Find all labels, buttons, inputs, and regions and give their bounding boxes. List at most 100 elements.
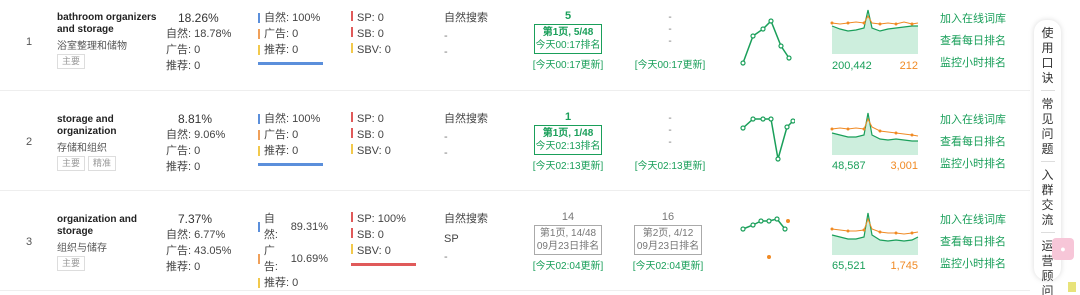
keyword-cell: storage and organization 存储和组织 主要 精准 — [57, 114, 162, 171]
ad-rank-update-time: [今天02:04更新] — [632, 261, 704, 272]
share-ad: 0 — [194, 44, 201, 56]
row-index: 2 — [26, 136, 33, 148]
progress-segment — [351, 263, 416, 266]
share-ad: 43.05% — [194, 245, 232, 257]
rank-number: 1 — [564, 111, 572, 123]
ad-type-breakdown: SP: 0 SB: 0 SBV: 0 — [351, 111, 421, 159]
keyword-cell: organization and storage 组织与储存 主要 — [57, 214, 162, 271]
type-recommend: 0 — [292, 277, 299, 289]
rank-trend-sparkline — [740, 18, 792, 66]
share-natural: 18.78% — [194, 28, 232, 40]
ad-sb: 0 — [377, 229, 384, 241]
volume-values: 200,442 212 — [832, 60, 918, 72]
ad-sp: 0 — [377, 12, 384, 24]
rank-update-time: [今天00:17更新] — [532, 60, 604, 71]
share-recommend: 0 — [194, 161, 201, 173]
share-total: 7.37% — [178, 212, 213, 226]
search-volume-chart — [830, 9, 919, 54]
row-actions: 加入在线词库 查看每日排名 监控小时排名 — [940, 209, 1006, 275]
type-natural: 89.31% — [290, 221, 328, 233]
hourly-rank-link[interactable]: 监控小时排名 — [940, 253, 1006, 275]
rank-number: 5 — [564, 10, 572, 22]
ad-rank-update-time: [今天02:13更新] — [634, 161, 706, 172]
ad-rank-cell: - - - [今天02:13更新] — [632, 113, 708, 172]
natural-search-cell: 自然搜索 - - — [444, 10, 514, 58]
search-volume-chart — [830, 212, 919, 255]
add-lexicon-link[interactable]: 加入在线词库 — [940, 209, 1006, 231]
keyword-cn: 存储和组织 — [57, 143, 107, 154]
natural-search-label: 自然搜索 — [444, 12, 488, 24]
keyword-cell: bathroom organizers and storage 浴室整理和储物 … — [57, 12, 162, 69]
tag-main: 主要 — [57, 54, 86, 69]
type-recommend: 0 — [292, 44, 299, 56]
ad-sbv: 0 — [384, 145, 391, 157]
traffic-share: 18.26% 自然: 18.78% 广告: 0 推荐: 0 — [166, 10, 256, 74]
rank-number: 14 — [561, 211, 575, 223]
progress-segment — [258, 62, 323, 65]
ad-type-breakdown: SP: 100% SB: 0 SBV: 0 — [351, 211, 421, 266]
natural-search-label: 自然搜索 — [444, 213, 488, 225]
ad-sbv: 0 — [384, 245, 391, 257]
row-actions: 加入在线词库 查看每日排名 监控小时排名 — [940, 109, 1006, 175]
chat-icon[interactable]: ● — [1052, 238, 1074, 260]
type-progress-bar — [258, 163, 323, 166]
tag-exact: 精准 — [88, 156, 117, 171]
volume-values: 48,587 3,001 — [832, 160, 918, 172]
ad-rank-update-time: [今天00:17更新] — [634, 60, 706, 71]
type-ad: 0 — [292, 129, 299, 141]
natural-rank-cell: 14 第1页, 14/48 09月23日排名 [今天02:04更新] — [532, 211, 604, 272]
keyword-cn: 浴室整理和储物 — [57, 41, 127, 52]
table-row: 2 storage and organization 存储和组织 主要 精准 8… — [0, 91, 1030, 191]
share-natural: 9.06% — [194, 129, 226, 141]
hourly-rank-link[interactable]: 监控小时排名 — [940, 52, 1006, 74]
add-lexicon-link[interactable]: 加入在线词库 — [940, 109, 1006, 131]
keyword-en[interactable]: storage and organization — [57, 114, 162, 138]
ad-rank-box[interactable]: 第2页, 4/12 09月23日排名 — [634, 225, 702, 255]
share-ad: 0 — [194, 145, 201, 157]
rank-box[interactable]: 第1页, 1/48 今天02:13排名 — [534, 125, 602, 155]
sidebar-item-faq[interactable]: 常见问题 — [1034, 97, 1061, 157]
volume-values: 65,521 1,745 — [832, 260, 918, 272]
corner-widget-icon[interactable] — [1068, 282, 1076, 292]
row-index: 1 — [26, 36, 33, 48]
keyword-en[interactable]: organization and storage — [57, 214, 162, 238]
ad-sp: 0 — [377, 113, 384, 125]
daily-rank-link[interactable]: 查看每日排名 — [940, 30, 1006, 52]
tag-main: 主要 — [57, 156, 86, 171]
sp-progress-bar — [351, 263, 416, 266]
traffic-type-breakdown: 自然: 100% 广告: 0 推荐: 0 — [258, 111, 328, 166]
daily-rank-link[interactable]: 查看每日排名 — [940, 131, 1006, 153]
daily-rank-link[interactable]: 查看每日排名 — [940, 231, 1006, 253]
rank-box[interactable]: 第1页, 5/48 今天00:17排名 — [534, 24, 602, 54]
type-ad: 10.69% — [290, 253, 328, 265]
ad-sb: 0 — [377, 129, 384, 141]
type-progress-bar — [258, 62, 323, 65]
rank-trend-sparkline — [740, 116, 795, 162]
table-row: 1 bathroom organizers and storage 浴室整理和储… — [0, 0, 1030, 91]
hourly-rank-link[interactable]: 监控小时排名 — [940, 153, 1006, 175]
row-index: 3 — [26, 236, 33, 248]
sidebar-item-join-group[interactable]: 入群交流 — [1034, 168, 1061, 228]
ad-sp: 100% — [377, 213, 406, 225]
traffic-type-breakdown: 自然: 89.31% 广告: 10.69% 推荐: 0 — [258, 211, 328, 295]
ad-sbv: 0 — [384, 44, 391, 56]
sidebar-item-usage-tips[interactable]: 使用口诀 — [1034, 26, 1061, 86]
share-recommend: 0 — [194, 60, 201, 72]
traffic-type-breakdown: 自然: 100% 广告: 0 推荐: 0 — [258, 10, 328, 65]
keyword-en[interactable]: bathroom organizers and storage — [57, 12, 162, 36]
natural-search-cell: 自然搜索 - - — [444, 111, 514, 159]
type-ad: 0 — [292, 28, 299, 40]
search-volume-chart — [830, 112, 919, 155]
type-natural: 100% — [292, 12, 321, 24]
add-lexicon-link[interactable]: 加入在线词库 — [940, 8, 1006, 30]
share-natural: 6.77% — [194, 229, 226, 241]
type-recommend: 0 — [292, 145, 299, 157]
natural-search-sp: SP — [444, 233, 459, 245]
rank-trend-sparkline — [740, 216, 790, 259]
rank-box[interactable]: 第1页, 14/48 09月23日排名 — [534, 225, 602, 255]
ad-sb: 0 — [377, 28, 384, 40]
natural-rank-cell: 5 第1页, 5/48 今天00:17排名 [今天00:17更新] — [532, 10, 604, 71]
share-total: 8.81% — [178, 112, 213, 126]
rank-update-time: [今天02:13更新] — [532, 161, 604, 172]
ad-type-breakdown: SP: 0 SB: 0 SBV: 0 — [351, 10, 421, 58]
